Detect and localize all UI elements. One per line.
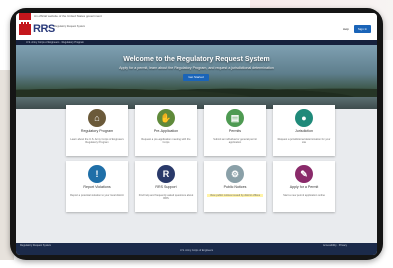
card-description: Start a new permit application online (283, 194, 325, 197)
castle-logo-icon[interactable] (19, 22, 31, 35)
card-title: Regulatory Program (80, 129, 114, 133)
rrs-subtitle: Regulatory Request System (54, 25, 86, 28)
card-description: Submit an individual or general permit a… (213, 138, 257, 145)
hero-subtitle: Apply for a permit, learn about the Regu… (119, 66, 274, 70)
clipboard-icon: ✎ (295, 165, 313, 183)
tablet-screen: An official website of the United States… (16, 13, 377, 255)
hero-banner: Welcome to the Regulatory Request System… (16, 45, 377, 109)
card-description: Find help and frequently asked questions… (138, 194, 194, 201)
gear-icon: ⚙ (226, 165, 244, 183)
rrs-logo[interactable]: RRS (33, 23, 55, 35)
site-header: RRS Regulatory Request System Help Sign … (16, 20, 377, 41)
card-rrs-support[interactable]: R RRS Support Find help and frequently ask… (135, 161, 197, 212)
document-icon: ▤ (226, 109, 244, 127)
card-regulatory-program[interactable]: ⌂ Regulatory Program Learn about the U.S. … (66, 105, 128, 156)
card-title: Public Notices (223, 185, 247, 189)
get-started-button[interactable]: Get Started (183, 74, 209, 81)
gov-banner: An official website of the United States… (16, 13, 377, 20)
card-title: Report Violations (83, 185, 111, 189)
card-description: Report a potential violation to your loc… (70, 194, 124, 197)
sign-in-button[interactable]: Sign In (354, 25, 371, 33)
alert-icon: ! (88, 165, 106, 183)
card-permits[interactable]: ▤ Permits Submit an individual or general … (204, 105, 266, 156)
card-description: Request a jurisdictional determination f… (277, 138, 331, 145)
location-icon: ● (295, 109, 313, 127)
handshake-icon: ✋ (157, 109, 175, 127)
card-public-notices[interactable]: ⚙ Public Notices View public notices issue… (204, 161, 266, 212)
card-report-violations[interactable]: ! Report Violations Report a potential vio… (66, 161, 128, 212)
building-icon: ⌂ (88, 109, 106, 127)
card-description: Request a pre-application meeting with t… (141, 138, 191, 145)
card-title: Pre-Application (153, 129, 179, 133)
flag-icon (19, 13, 31, 20)
site-footer: Regulatory Request System Accessibility … (16, 243, 377, 255)
hero-title: Welcome to the Regulatory Request System (123, 56, 270, 63)
card-pre-application[interactable]: ✋ Pre-Application Request a pre-applicatio… (135, 105, 197, 156)
footer-links[interactable]: Accessibility · Privacy (323, 244, 347, 247)
card-title: RRS Support (155, 185, 177, 189)
gov-banner-text: An official website of the United States… (34, 14, 102, 18)
card-title: Apply for a Permit (289, 185, 319, 189)
card-title: Jurisdiction (295, 129, 313, 133)
footer-left-text: Regulatory Request System (20, 244, 52, 247)
card-title: Permits (228, 129, 242, 133)
tablet-frame: An official website of the United States… (10, 8, 383, 260)
rrs-icon: R (157, 165, 175, 183)
card-description: View public notices issued by district o… (207, 194, 263, 198)
card-description: Learn about the U.S. Army Corps of Engin… (70, 138, 124, 145)
footer-center-text: U.S. Army Corps of Engineers (179, 249, 214, 252)
help-link[interactable]: Help (343, 27, 349, 31)
card-jurisdiction[interactable]: ● Jurisdiction Request a jurisdictional de… (273, 105, 335, 156)
card-apply-for-a-permit[interactable]: ✎ Apply for a Permit Start a new permit ap… (273, 161, 335, 212)
